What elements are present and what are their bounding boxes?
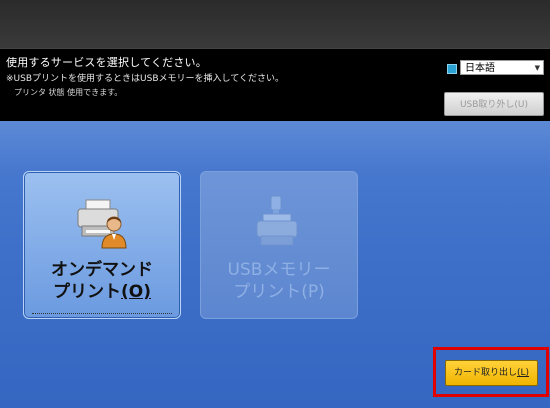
- usb-label-word: プリント: [233, 282, 302, 302]
- usb-eject-button[interactable]: USB取り外し(U): [444, 92, 544, 116]
- usb-shortcut: (P): [301, 282, 325, 302]
- on-demand-print-button[interactable]: オンデマンド プリント(O): [23, 171, 181, 319]
- usb-printer-icon: [256, 195, 298, 246]
- highlight-annotation: [433, 347, 549, 397]
- kiosk-screen: 使用するサービスを選択してください。 ※USBプリントを使用するときはUSBメモ…: [0, 0, 550, 408]
- on-demand-label-line2: プリント(O): [24, 282, 180, 303]
- on-demand-label-line1: オンデマンド: [51, 260, 153, 280]
- on-demand-shortcut: (O): [121, 282, 151, 302]
- printer-status-text: プリンタ 状態 使用できます。: [14, 88, 123, 97]
- usb-label-line2: プリント(P): [201, 282, 357, 303]
- info-panel: 使用するサービスを選択してください。 ※USBプリントを使用するときはUSBメモ…: [0, 48, 550, 122]
- on-demand-label-word: プリント: [53, 282, 121, 302]
- chevron-down-icon[interactable]: ▼: [535, 61, 540, 76]
- usb-note-text: ※USBプリントを使用するときはUSBメモリーを挿入してください。: [6, 74, 284, 84]
- usb-eject-label: USB取り外し: [459, 100, 515, 110]
- focus-indicator: [32, 313, 172, 314]
- usb-label-line1: USBメモリー: [227, 260, 331, 280]
- usb-memory-print-button[interactable]: USBメモリー プリント(P): [200, 171, 358, 319]
- flag-icon: [447, 64, 457, 74]
- printer-with-person-icon: [77, 199, 127, 249]
- instruction-text: 使用するサービスを選択してください。: [6, 56, 207, 69]
- language-selected-value: 日本語: [465, 63, 495, 74]
- language-select[interactable]: 日本語 ▼: [447, 60, 545, 76]
- title-strip: [0, 0, 550, 48]
- language-select-box[interactable]: 日本語 ▼: [460, 60, 544, 75]
- usb-eject-key: (U): [514, 100, 529, 110]
